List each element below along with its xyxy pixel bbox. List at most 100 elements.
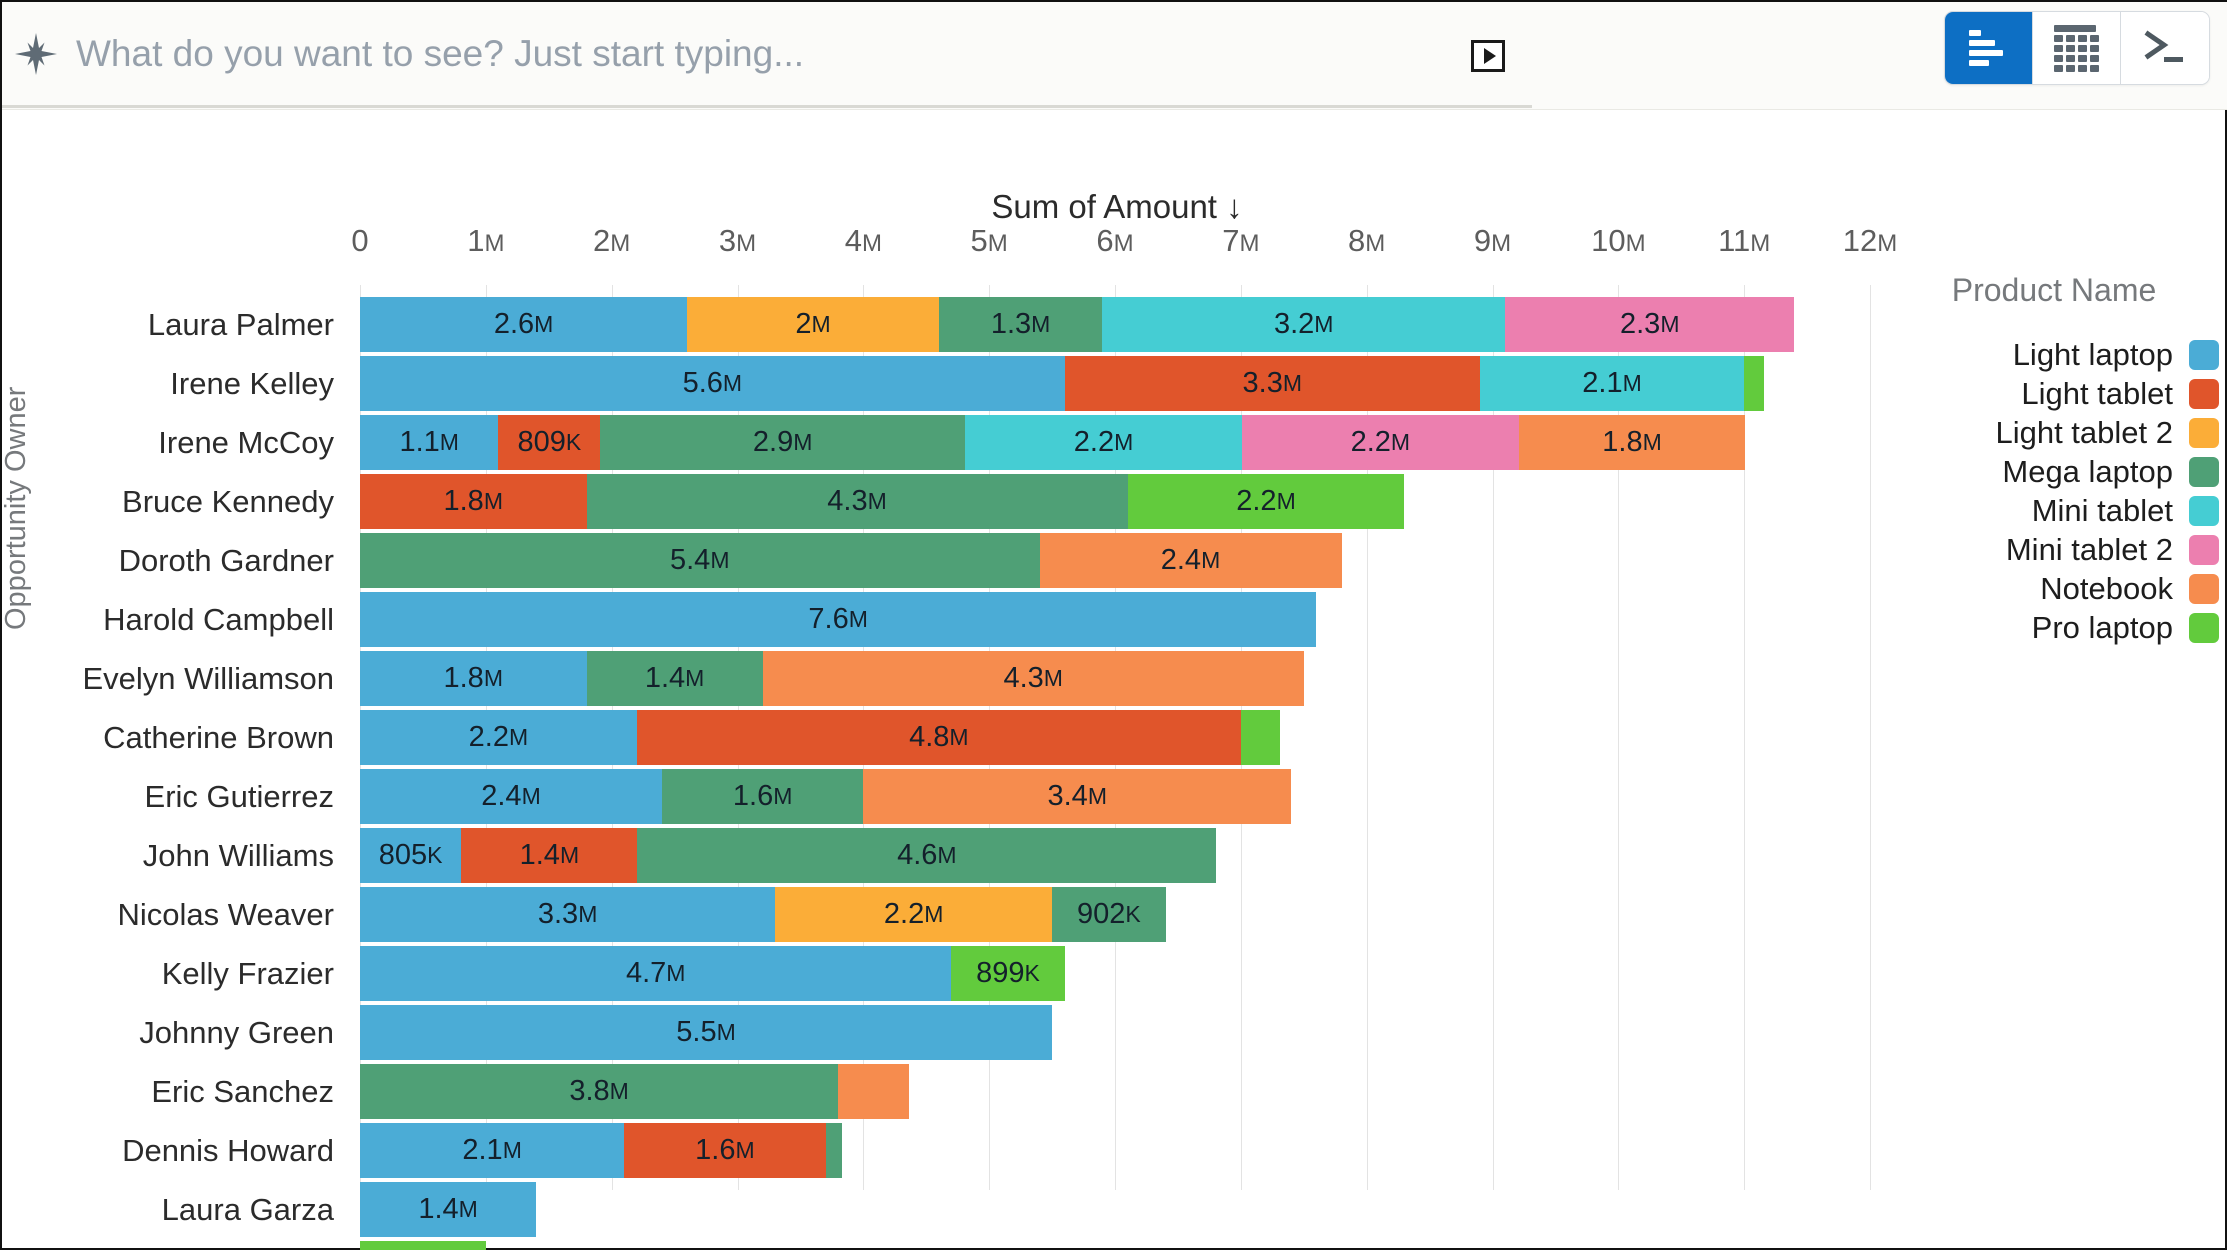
bar-segment[interactable]: 4.3 M [762, 651, 1304, 706]
x-axis-tick-label: 5M [970, 223, 1008, 258]
terminal-icon [2142, 28, 2188, 68]
search-input[interactable] [62, 18, 1532, 89]
legend-item[interactable]: Light tablet [1889, 374, 2219, 413]
bar-segment[interactable]: 3.2 M [1102, 297, 1506, 352]
bar-segment[interactable]: 5.4 M [360, 533, 1040, 588]
legend: Product Name Light laptop Light tablet Lig… [1889, 272, 2219, 647]
bar-segment[interactable]: 3.4 M [863, 769, 1292, 824]
bar-segment[interactable] [838, 1064, 909, 1119]
legend-item-label: Pro laptop [2031, 609, 2173, 645]
bar-segment[interactable]: 5.6 M [360, 356, 1065, 411]
legend-item-label: Notebook [2040, 570, 2173, 606]
sparkle-icon [10, 28, 62, 80]
bar-segment[interactable]: 4.7 M [360, 946, 952, 1001]
y-axis-category-label: Laura Palmer [147, 306, 334, 342]
bar-segment[interactable]: 2.6 M [360, 297, 688, 352]
bar-segment[interactable]: 5.5 M [360, 1005, 1053, 1060]
bar-segment[interactable]: 3.3 M [360, 887, 776, 942]
legend-color-swatch [2189, 612, 2219, 643]
bar-segment[interactable]: 1.4 M [586, 651, 763, 706]
y-axis-category-label: Eric Sanchez [151, 1073, 334, 1109]
legend-item[interactable]: Pro laptop [1889, 608, 2219, 647]
bar-segment[interactable]: 899 K [951, 946, 1065, 1001]
bar-segment[interactable]: 1.8 M [360, 474, 587, 529]
bar-row: 1.8 M 1.4 M 4.3 M [360, 651, 1870, 706]
bar-segment[interactable]: 1.4 M [461, 828, 638, 883]
y-axis-category-label: Catherine Brown [103, 719, 334, 755]
bar-segment[interactable]: 2.2 M [1127, 474, 1405, 529]
legend-color-swatch [2189, 573, 2219, 604]
bar-segment[interactable] [1240, 710, 1280, 765]
legend-color-swatch [2189, 339, 2219, 370]
y-axis-labels: Laura Palmer Irene Kelley Irene McCoy Bruce… [2, 297, 350, 1250]
legend-item[interactable]: Notebook [1889, 569, 2219, 608]
bar-segment[interactable]: 7.6 M [360, 592, 1317, 647]
bar-segment[interactable]: 2.2 M [360, 710, 637, 765]
y-axis-category-label: Bruce Kennedy [122, 483, 334, 519]
y-axis-category-label: Johnny Green [139, 1014, 334, 1050]
bar-segment[interactable]: 2.4 M [1039, 533, 1342, 588]
bar-segment[interactable]: 2.9 M [600, 415, 966, 470]
bar-segment[interactable]: 4.8 M [636, 710, 1241, 765]
legend-items: Light laptop Light tablet Light tablet 2 Me… [1889, 335, 2219, 647]
bar-segment[interactable]: 2.1 M [1479, 356, 1745, 411]
bar-row: 3.8 M [360, 1064, 1870, 1119]
legend-item[interactable]: Light laptop [1889, 335, 2219, 374]
bar-segment[interactable]: 1.8 M [1518, 415, 1746, 470]
legend-item-label: Light tablet 2 [1995, 414, 2173, 450]
table-icon [2054, 24, 2099, 72]
tab-table-view[interactable] [2033, 12, 2121, 84]
bar-segment[interactable]: 4.6 M [637, 828, 1217, 883]
search-bar[interactable] [2, 2, 1532, 108]
bar-segment[interactable]: 1.4 M [360, 1182, 537, 1237]
plot-area: 0 1M 2M 3M 4M 5M 6M 7M 8M 9M 10M 11M 12M 2.6 M 2 M 1.3 M 3… [351, 223, 1897, 1250]
bar-segment[interactable]: 3.8 M [360, 1064, 839, 1119]
legend-title: Product Name [1951, 272, 2157, 308]
legend-item[interactable]: Mini tablet 2 [1889, 530, 2219, 569]
legend-item[interactable]: Light tablet 2 [1889, 413, 2219, 452]
legend-item[interactable]: Mini tablet [1889, 491, 2219, 530]
bar-row: 2.2 M 4.8 M [360, 710, 1870, 765]
y-axis-category-label: Harold Campbell [103, 601, 334, 637]
bar-segment[interactable]: 1.6 M [662, 769, 864, 824]
bar-segment[interactable] [825, 1123, 842, 1178]
bar-segment[interactable]: 2.4 M [360, 769, 662, 824]
legend-item-label: Light laptop [2012, 336, 2173, 372]
x-axis-tick-label: 7M [1222, 223, 1260, 258]
y-axis-category-label: Laura Garza [161, 1191, 334, 1227]
bar-segment[interactable]: 2.3 M [1505, 297, 1795, 352]
legend-color-swatch [2189, 378, 2219, 409]
y-axis-category-label: Dennis Howard [122, 1132, 334, 1168]
bar-segment[interactable]: 902 K [1052, 887, 1166, 942]
bar-segment[interactable]: 1.3 M [938, 297, 1103, 352]
chart-title: Sum of Amount ↓ [991, 188, 1243, 225]
x-axis-tick-label: 10M [1591, 223, 1646, 258]
bar-segment[interactable]: 2M [687, 297, 939, 352]
bar-segment[interactable]: 2.2 M [775, 887, 1053, 942]
legend-item-label: Light tablet [2021, 375, 2173, 411]
bar-segment[interactable]: 1.8 M [360, 651, 587, 706]
bar-row: 5.5 M [360, 1005, 1870, 1060]
legend-item[interactable]: Mega laptop [1889, 452, 2219, 491]
bar-segment[interactable]: 1M [360, 1241, 486, 1250]
bar-segment[interactable]: 3.3 M [1064, 356, 1480, 411]
bar-segment[interactable]: 4.3 M [586, 474, 1128, 529]
bar-segment[interactable]: 2.1 M [360, 1123, 625, 1178]
x-axis-tick-label: 9M [1473, 223, 1512, 258]
bar-segment[interactable]: 1.6 M [624, 1123, 826, 1178]
bar-row: 5.6 M 3.3 M 2.1 M [360, 356, 1870, 411]
tab-query-view[interactable] [2121, 12, 2209, 84]
bar-segment[interactable]: 809 K [498, 415, 601, 470]
y-axis-category-label: Chris Riley [2, 1241, 350, 1250]
legend-item-label: Mini tablet [2031, 492, 2173, 528]
bar-segment[interactable] [1744, 356, 1765, 411]
bar-segment[interactable]: 2.2 M [1241, 415, 1519, 470]
bar-segment[interactable]: 2.2 M [965, 415, 1242, 470]
x-axis-tick-label: 1M [467, 223, 505, 258]
tab-chart-view[interactable] [1945, 12, 2033, 84]
bar-segment[interactable]: 805 K [360, 828, 462, 883]
bar-segment[interactable]: 1.1 M [360, 415, 499, 470]
view-mode-toggle [1944, 11, 2210, 85]
run-query-button[interactable] [1471, 40, 1505, 72]
bar-row: 3.3 M 2.2 M 902 K [360, 887, 1870, 942]
